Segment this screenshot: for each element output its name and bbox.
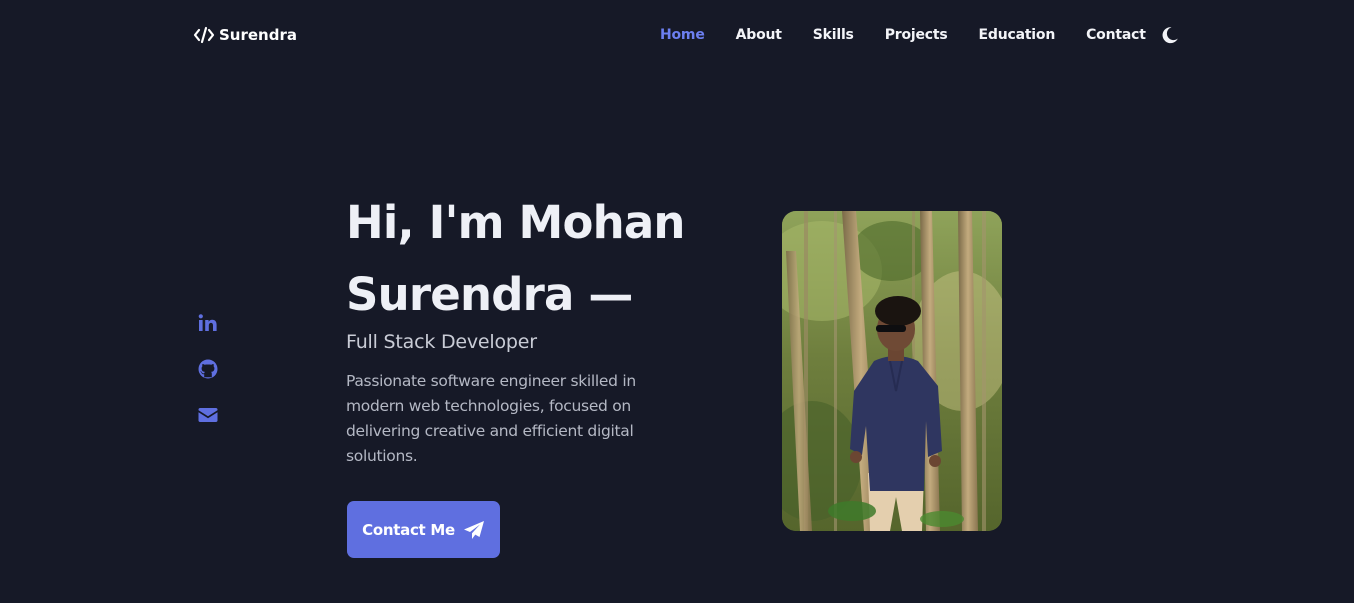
envelope-icon bbox=[198, 408, 218, 422]
hero-description: Passionate software engineer skilled in … bbox=[346, 372, 636, 465]
main-nav: Home About Skills Projects Education Con… bbox=[660, 22, 1180, 48]
site-logo[interactable]: Surendra bbox=[193, 22, 297, 48]
linkedin-link[interactable] bbox=[197, 312, 219, 334]
github-icon bbox=[198, 359, 218, 379]
profile-photo bbox=[782, 211, 1002, 531]
linkedin-icon bbox=[198, 314, 217, 331]
hero-title-line1: Hi, I'm Mohan bbox=[346, 196, 685, 249]
paper-plane-icon bbox=[463, 520, 484, 539]
portfolio-page: Surendra Home About Skills Projects Educ… bbox=[0, 0, 1354, 603]
nav-home[interactable]: Home bbox=[660, 27, 705, 43]
nav-projects[interactable]: Projects bbox=[885, 27, 948, 43]
nav-skills[interactable]: Skills bbox=[813, 27, 854, 43]
social-links bbox=[197, 312, 221, 450]
github-link[interactable] bbox=[197, 358, 219, 380]
nav-education[interactable]: Education bbox=[979, 27, 1056, 43]
profile-photo-illustration bbox=[782, 211, 1002, 531]
nav-contact[interactable]: Contact bbox=[1086, 27, 1146, 43]
nav-about[interactable]: About bbox=[736, 27, 782, 43]
code-icon bbox=[193, 26, 215, 44]
moon-icon[interactable] bbox=[1160, 25, 1180, 45]
hero-title: Hi, I'm Mohan Surendra — bbox=[346, 187, 726, 331]
contact-me-label: Contact Me bbox=[362, 520, 455, 539]
email-link[interactable] bbox=[197, 404, 219, 426]
logo-text: Surendra bbox=[219, 26, 297, 44]
hero-title-line2: Surendra — bbox=[346, 268, 633, 321]
contact-me-button[interactable]: Contact Me bbox=[347, 501, 500, 558]
hero-subtitle: Full Stack Developer bbox=[346, 331, 537, 353]
